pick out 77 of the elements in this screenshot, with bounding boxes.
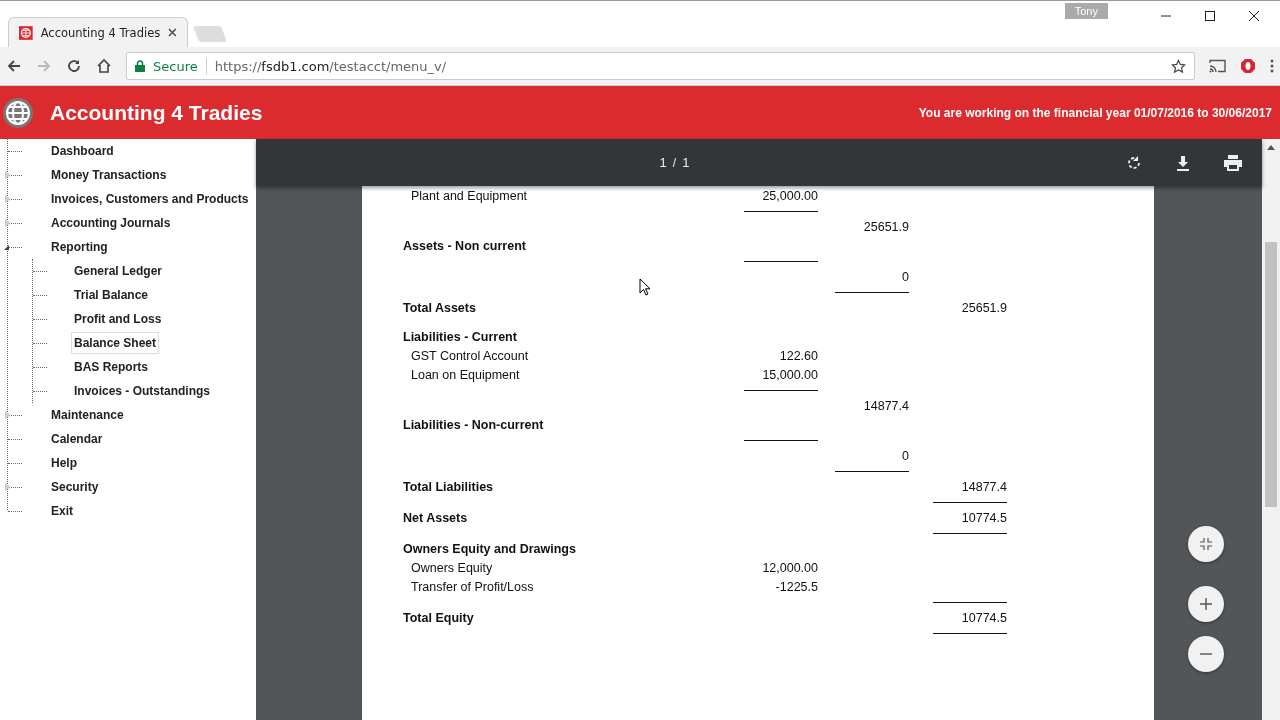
report-label: Total Liabilities <box>403 479 494 494</box>
sidebar-item[interactable]: Reporting <box>48 236 111 258</box>
financial-year-notice: You are working on the financial year 01/07/2016 to 30/06/2017 <box>918 105 1272 120</box>
sidebar-item[interactable]: Exit <box>48 500 76 522</box>
amount: 15,000.00 <box>762 367 818 382</box>
star-icon[interactable] <box>1171 58 1186 74</box>
report-label: Owners Equity <box>410 560 493 575</box>
report-label: Total Equity <box>403 610 474 625</box>
secure-label: Secure <box>153 58 198 74</box>
report-label: GST Control Account <box>410 348 529 363</box>
amount: 0 <box>902 269 909 284</box>
report-label: Total Assets <box>403 300 476 315</box>
amount: 14877.4 <box>961 479 1007 494</box>
scrollbar[interactable] <box>1262 139 1280 720</box>
globe-icon <box>2 96 34 129</box>
menu-icon[interactable] <box>1270 59 1274 73</box>
zoom-out-button[interactable] <box>1188 636 1224 672</box>
amount: 0 <box>902 448 909 463</box>
amount: 25651.9 <box>863 219 909 234</box>
globe-icon <box>19 25 33 40</box>
page-separator: / <box>672 155 677 170</box>
stop-sign-icon[interactable] <box>1240 58 1256 74</box>
sidebar-item[interactable]: General Ledger <box>71 260 166 282</box>
scroll-up-icon[interactable] <box>1267 145 1275 150</box>
cursor-icon <box>639 278 651 296</box>
cast-icon[interactable] <box>1209 59 1226 73</box>
sidebar-item[interactable]: Security <box>48 476 102 498</box>
amount: 10774.5 <box>961 610 1007 625</box>
address-bar[interactable]: Secure https://fsdb1.com/testacct/menu_v/ <box>126 52 1195 80</box>
sidebar-item[interactable]: Money Transactions <box>48 164 170 186</box>
page-number: 1 <box>659 155 667 170</box>
report-label: Liabilities - Non-current <box>403 417 544 432</box>
amount: 14877.4 <box>863 398 909 413</box>
sidebar-item[interactable]: BAS Reports <box>71 356 151 378</box>
lock-icon <box>135 60 145 72</box>
sidebar-item[interactable]: Trial Balance <box>71 284 152 306</box>
report-label: Net Assets <box>403 510 468 525</box>
close-icon[interactable] <box>168 28 177 37</box>
zoom-in-button[interactable] <box>1188 586 1224 622</box>
sidebar-item[interactable]: Balance Sheet <box>71 332 160 354</box>
url-text: https://fsdb1.com/testacct/menu_v/ <box>214 58 447 74</box>
close-icon[interactable] <box>1248 10 1260 22</box>
amount: 10774.5 <box>961 510 1007 525</box>
amount: 122.60 <box>779 348 818 363</box>
reload-icon[interactable] <box>66 58 82 74</box>
fit-page-button[interactable] <box>1188 526 1224 562</box>
report-label: Transfer of Profit/Loss <box>410 579 534 594</box>
report-label: Liabilities - Current <box>403 329 517 344</box>
report-label: Loan on Equipment <box>410 367 520 382</box>
back-icon[interactable] <box>6 58 22 74</box>
home-icon[interactable] <box>96 58 112 74</box>
amount: 25651.9 <box>961 300 1007 315</box>
amount: 25,000.00 <box>762 188 818 203</box>
browser-tab[interactable]: Accounting 4 Tradies <box>8 17 188 47</box>
page-count: 1 <box>682 155 690 170</box>
sidebar-item[interactable]: Invoices, Customers and Products <box>48 188 252 210</box>
sidebar-item[interactable]: Profit and Loss <box>71 308 165 330</box>
sidebar-item[interactable]: Dashboard <box>48 140 117 162</box>
app-title: Accounting 4 Tradies <box>50 100 263 125</box>
report-label: Owners Equity and Drawings <box>403 541 576 556</box>
expander-icon[interactable] <box>4 245 9 250</box>
fit-icon <box>1200 538 1212 550</box>
maximize-icon[interactable] <box>1204 10 1216 22</box>
print-icon[interactable] <box>1224 154 1242 171</box>
sidebar-item[interactable]: Calendar <box>48 428 106 450</box>
amount: 12,000.00 <box>762 560 818 575</box>
sidebar-item[interactable]: Invoices - Outstandings <box>71 380 214 402</box>
rotate-icon[interactable] <box>1126 154 1142 171</box>
download-icon[interactable] <box>1175 154 1191 171</box>
plus-icon <box>1200 598 1212 610</box>
report-label: Plant and Equipment <box>410 188 528 203</box>
sidebar-item[interactable]: Accounting Journals <box>48 212 174 234</box>
sidebar-item[interactable]: Maintenance <box>48 404 127 426</box>
sidebar-item[interactable]: Help <box>48 452 80 474</box>
report-label: Assets - Non current <box>403 238 526 253</box>
amount: -1225.5 <box>775 579 818 594</box>
tab-title: Accounting 4 Tradies <box>40 25 161 40</box>
